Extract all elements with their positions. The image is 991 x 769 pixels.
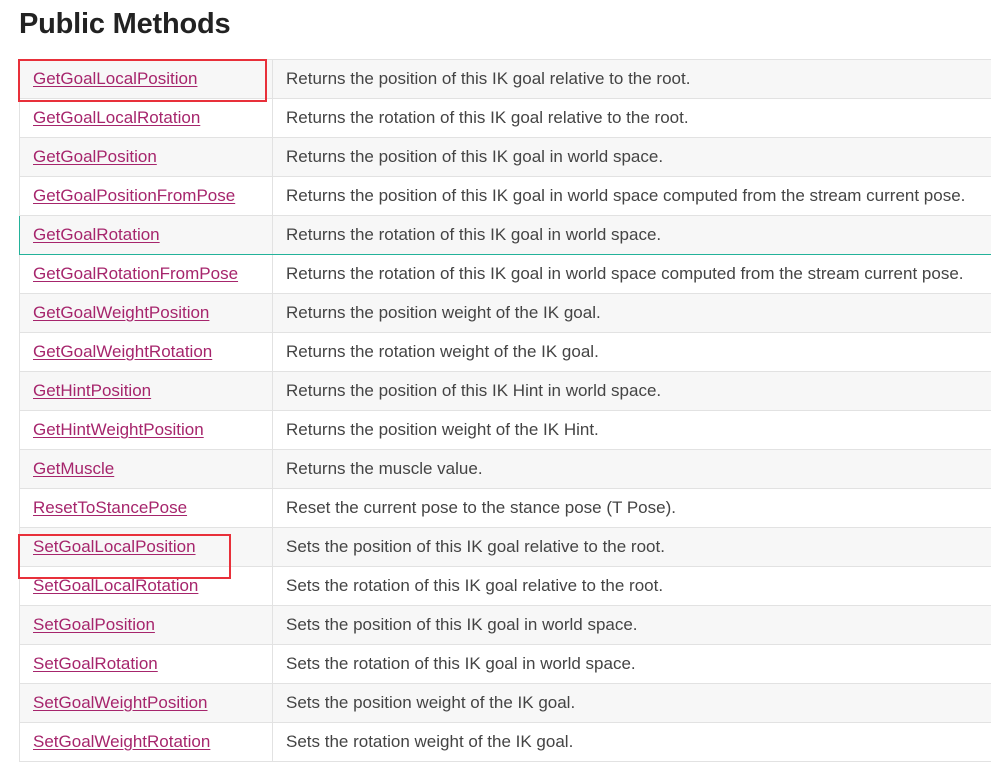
method-description: Sets the rotation weight of the IK goal.: [272, 722, 991, 762]
table-row-focused: GetGoalRotation Returns the rotation of …: [19, 215, 991, 255]
table-row: SetGoalWeightRotation Sets the rotation …: [19, 722, 991, 762]
method-link-set-goal-local-rotation[interactable]: SetGoalLocalRotation: [33, 576, 198, 595]
method-cell: GetGoalLocalRotation: [19, 98, 273, 138]
public-methods-table: GetGoalLocalPosition Returns the positio…: [19, 59, 991, 762]
method-description: Returns the position of this IK Hint in …: [272, 371, 991, 411]
method-link-get-goal-weight-position[interactable]: GetGoalWeightPosition: [33, 303, 209, 322]
method-link-get-goal-weight-rotation[interactable]: GetGoalWeightRotation: [33, 342, 212, 361]
method-link-get-goal-local-position[interactable]: GetGoalLocalPosition: [33, 69, 197, 88]
table-row: ResetToStancePose Reset the current pose…: [19, 488, 991, 528]
method-description: Returns the rotation of this IK goal in …: [272, 215, 991, 255]
method-cell: SetGoalLocalPosition: [19, 527, 273, 567]
method-cell: SetGoalRotation: [19, 644, 273, 684]
method-link-set-goal-weight-position[interactable]: SetGoalWeightPosition: [33, 693, 208, 712]
table-row: SetGoalRotation Sets the rotation of thi…: [19, 644, 991, 684]
method-link-get-goal-position[interactable]: GetGoalPosition: [33, 147, 157, 166]
table-row: GetMuscle Returns the muscle value.: [19, 449, 991, 489]
method-link-get-goal-position-from-pose[interactable]: GetGoalPositionFromPose: [33, 186, 235, 205]
method-description: Returns the position of this IK goal rel…: [272, 59, 991, 99]
table-row: GetGoalLocalRotation Returns the rotatio…: [19, 98, 991, 138]
method-cell: GetHintWeightPosition: [19, 410, 273, 450]
table-row: GetGoalWeightRotation Returns the rotati…: [19, 332, 991, 372]
method-cell: SetGoalPosition: [19, 605, 273, 645]
method-cell: SetGoalWeightPosition: [19, 683, 273, 723]
method-cell: ResetToStancePose: [19, 488, 273, 528]
method-link-set-goal-local-position[interactable]: SetGoalLocalPosition: [33, 537, 196, 556]
method-cell: GetGoalRotation: [19, 215, 273, 255]
method-link-set-goal-rotation[interactable]: SetGoalRotation: [33, 654, 158, 673]
method-cell: GetGoalLocalPosition: [19, 59, 273, 99]
table-row: SetGoalPosition Sets the position of thi…: [19, 605, 991, 645]
method-cell: GetMuscle: [19, 449, 273, 489]
method-cell: SetGoalWeightRotation: [19, 722, 273, 762]
method-description: Sets the position weight of the IK goal.: [272, 683, 991, 723]
method-cell: GetGoalWeightRotation: [19, 332, 273, 372]
table-row: GetGoalPosition Returns the position of …: [19, 137, 991, 177]
table-row: GetHintPosition Returns the position of …: [19, 371, 991, 411]
page-title: Public Methods: [19, 8, 231, 40]
method-description: Sets the position of this IK goal relati…: [272, 527, 991, 567]
method-link-reset-to-stance-pose[interactable]: ResetToStancePose: [33, 498, 187, 517]
method-cell: GetGoalRotationFromPose: [19, 254, 273, 294]
method-link-get-goal-local-rotation[interactable]: GetGoalLocalRotation: [33, 108, 200, 127]
method-description: Returns the position of this IK goal in …: [272, 176, 991, 216]
table-row: SetGoalLocalRotation Sets the rotation o…: [19, 566, 991, 606]
method-link-get-goal-rotation-from-pose[interactable]: GetGoalRotationFromPose: [33, 264, 238, 283]
method-link-set-goal-weight-rotation[interactable]: SetGoalWeightRotation: [33, 732, 210, 751]
method-cell: SetGoalLocalRotation: [19, 566, 273, 606]
method-cell: GetGoalWeightPosition: [19, 293, 273, 333]
method-description: Returns the muscle value.: [272, 449, 991, 489]
method-cell: GetHintPosition: [19, 371, 273, 411]
method-link-get-hint-weight-position[interactable]: GetHintWeightPosition: [33, 420, 204, 439]
method-link-set-goal-position[interactable]: SetGoalPosition: [33, 615, 155, 634]
method-description: Returns the rotation weight of the IK go…: [272, 332, 991, 372]
method-cell: GetGoalPositionFromPose: [19, 176, 273, 216]
method-description: Returns the position weight of the IK go…: [272, 293, 991, 333]
table-row: GetGoalWeightPosition Returns the positi…: [19, 293, 991, 333]
method-link-get-muscle[interactable]: GetMuscle: [33, 459, 114, 478]
method-description: Sets the position of this IK goal in wor…: [272, 605, 991, 645]
method-link-get-goal-rotation[interactable]: GetGoalRotation: [33, 225, 160, 244]
table-row: SetGoalWeightPosition Sets the position …: [19, 683, 991, 723]
table-row: GetGoalLocalPosition Returns the positio…: [19, 59, 991, 99]
method-cell: GetGoalPosition: [19, 137, 273, 177]
table-row: SetGoalLocalPosition Sets the position o…: [19, 527, 991, 567]
method-description: Returns the rotation of this IK goal in …: [272, 254, 991, 294]
table-row: GetHintWeightPosition Returns the positi…: [19, 410, 991, 450]
table-row: GetGoalRotationFromPose Returns the rota…: [19, 254, 991, 294]
table-row: GetGoalPositionFromPose Returns the posi…: [19, 176, 991, 216]
method-description: Returns the position weight of the IK Hi…: [272, 410, 991, 450]
method-description: Returns the position of this IK goal in …: [272, 137, 991, 177]
method-description: Sets the rotation of this IK goal in wor…: [272, 644, 991, 684]
method-description: Returns the rotation of this IK goal rel…: [272, 98, 991, 138]
method-description: Reset the current pose to the stance pos…: [272, 488, 991, 528]
method-link-get-hint-position[interactable]: GetHintPosition: [33, 381, 151, 400]
method-description: Sets the rotation of this IK goal relati…: [272, 566, 991, 606]
